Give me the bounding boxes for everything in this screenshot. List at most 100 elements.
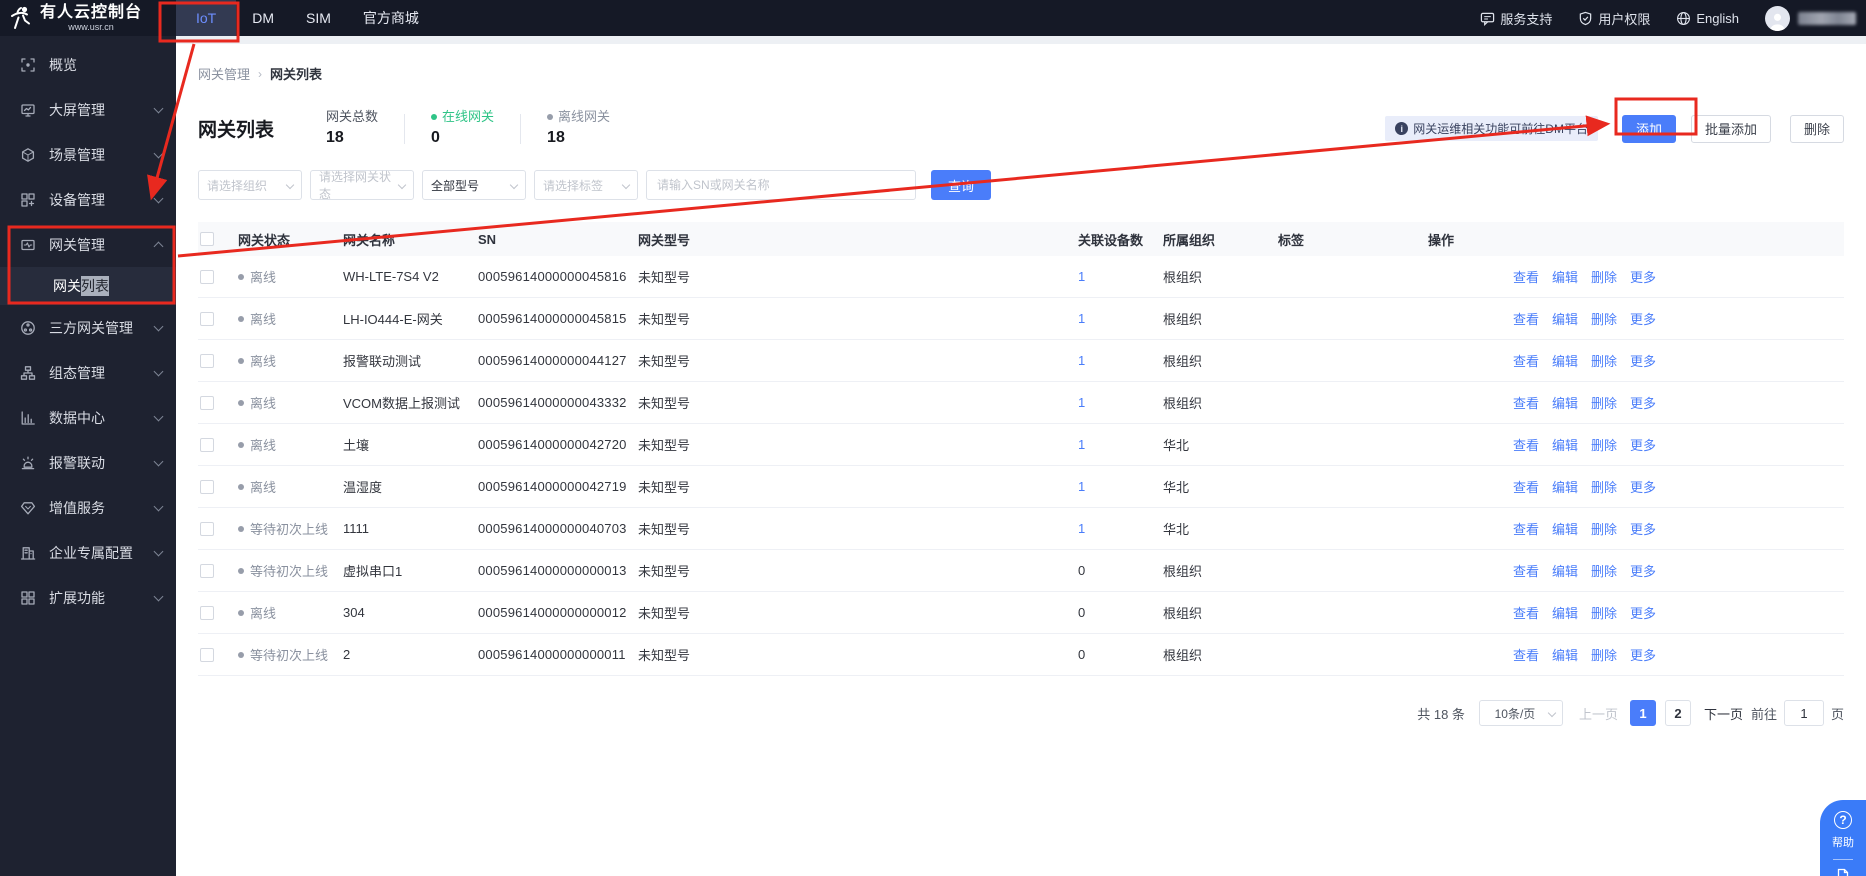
action-查看[interactable]: 查看 <box>1513 435 1539 454</box>
sidebar-item-场景管理[interactable]: 场景管理 <box>0 132 176 177</box>
action-更多[interactable]: 更多 <box>1630 477 1656 496</box>
action-删除[interactable]: 删除 <box>1591 267 1617 286</box>
user-avatar[interactable] <box>1765 5 1790 31</box>
tag-select[interactable]: 请选择标签 <box>534 170 638 201</box>
dm-platform-notice[interactable]: i 网关运维相关功能可前往DM平台 <box>1385 116 1598 142</box>
row-checkbox[interactable] <box>200 395 214 410</box>
nav-tab-dm[interactable]: DM <box>236 0 290 36</box>
action-删除[interactable]: 删除 <box>1591 351 1617 370</box>
cell-device-count[interactable]: 1 <box>1078 479 1163 494</box>
sidebar-item-设备管理[interactable]: 设备管理 <box>0 177 176 222</box>
chevron-down-icon <box>153 103 164 113</box>
action-更多[interactable]: 更多 <box>1630 267 1656 286</box>
add-button[interactable]: 添加 <box>1621 114 1676 143</box>
action-编辑[interactable]: 编辑 <box>1552 477 1578 496</box>
row-checkbox[interactable] <box>200 479 214 494</box>
action-编辑[interactable]: 编辑 <box>1552 351 1578 370</box>
row-checkbox[interactable] <box>200 269 214 284</box>
help-widget[interactable]: ? 帮助 <box>1820 800 1866 876</box>
row-checkbox[interactable] <box>200 353 214 368</box>
page-number-1[interactable]: 1 <box>1629 700 1656 727</box>
sidebar-item-报警联动[interactable]: 报警联动 <box>0 440 176 485</box>
cell-device-count[interactable]: 1 <box>1078 353 1163 368</box>
batch-add-button[interactable]: 批量添加 <box>1690 114 1771 143</box>
action-删除[interactable]: 删除 <box>1591 603 1617 622</box>
sidebar-item-网关管理[interactable]: 网关管理 <box>0 222 176 267</box>
sn-search-input[interactable] <box>646 170 916 201</box>
nav-tab-官方商城[interactable]: 官方商城 <box>347 0 435 36</box>
delete-button[interactable]: 删除 <box>1789 114 1844 143</box>
page-number-2[interactable]: 2 <box>1664 700 1691 727</box>
action-编辑[interactable]: 编辑 <box>1552 561 1578 580</box>
breadcrumb-parent[interactable]: 网关管理 <box>198 64 250 83</box>
action-删除[interactable]: 删除 <box>1591 393 1617 412</box>
action-查看[interactable]: 查看 <box>1513 519 1539 538</box>
cell-device-count[interactable]: 1 <box>1078 521 1163 536</box>
action-删除[interactable]: 删除 <box>1591 645 1617 664</box>
username-redacted[interactable] <box>1798 11 1856 25</box>
action-删除[interactable]: 删除 <box>1591 519 1617 538</box>
language-switch[interactable]: English <box>1676 11 1739 26</box>
cell-device-count[interactable]: 1 <box>1078 437 1163 452</box>
sidebar-item-组态管理[interactable]: 组态管理 <box>0 350 176 395</box>
row-checkbox[interactable] <box>200 605 214 620</box>
action-编辑[interactable]: 编辑 <box>1552 435 1578 454</box>
action-删除[interactable]: 删除 <box>1591 309 1617 328</box>
action-编辑[interactable]: 编辑 <box>1552 645 1578 664</box>
row-checkbox[interactable] <box>200 437 214 452</box>
prev-page-button[interactable]: 上一页 <box>1579 704 1618 723</box>
action-更多[interactable]: 更多 <box>1630 351 1656 370</box>
row-checkbox[interactable] <box>200 563 214 578</box>
action-更多[interactable]: 更多 <box>1630 645 1656 664</box>
row-checkbox[interactable] <box>200 647 214 662</box>
org-select[interactable]: 请选择组织 <box>198 170 302 201</box>
action-查看[interactable]: 查看 <box>1513 645 1539 664</box>
search-button[interactable]: 查询 <box>931 170 991 201</box>
action-更多[interactable]: 更多 <box>1630 309 1656 328</box>
sidebar-item-增值服务[interactable]: 增值服务 <box>0 485 176 530</box>
cell-device-count[interactable]: 1 <box>1078 269 1163 284</box>
nav-tab-iot[interactable]: IoT <box>176 0 237 36</box>
nav-tab-sim[interactable]: SIM <box>290 0 347 36</box>
model-select[interactable]: 全部型号 <box>422 170 526 201</box>
action-编辑[interactable]: 编辑 <box>1552 603 1578 622</box>
sidebar-item-企业专属配置[interactable]: 企业专属配置 <box>0 530 176 575</box>
next-page-button[interactable]: 下一页 <box>1704 704 1743 723</box>
status-select[interactable]: 请选择网关状态 <box>310 170 414 201</box>
row-checkbox[interactable] <box>200 521 214 536</box>
action-删除[interactable]: 删除 <box>1591 561 1617 580</box>
action-删除[interactable]: 删除 <box>1591 435 1617 454</box>
action-查看[interactable]: 查看 <box>1513 603 1539 622</box>
action-编辑[interactable]: 编辑 <box>1552 267 1578 286</box>
row-checkbox[interactable] <box>200 311 214 326</box>
action-更多[interactable]: 更多 <box>1630 561 1656 580</box>
action-查看[interactable]: 查看 <box>1513 393 1539 412</box>
sidebar-item-扩展功能[interactable]: 扩展功能 <box>0 575 176 620</box>
action-编辑[interactable]: 编辑 <box>1552 519 1578 538</box>
user-permissions[interactable]: 用户权限 <box>1578 9 1650 28</box>
action-查看[interactable]: 查看 <box>1513 477 1539 496</box>
cell-device-count[interactable]: 1 <box>1078 311 1163 326</box>
action-更多[interactable]: 更多 <box>1630 435 1656 454</box>
action-查看[interactable]: 查看 <box>1513 561 1539 580</box>
sidebar-item-三方网关管理[interactable]: 三方网关管理 <box>0 305 176 350</box>
sidebar-item-数据中心[interactable]: 数据中心 <box>0 395 176 440</box>
action-更多[interactable]: 更多 <box>1630 519 1656 538</box>
sidebar-item-大屏管理[interactable]: 大屏管理 <box>0 87 176 132</box>
datacenter-icon <box>20 410 36 426</box>
action-删除[interactable]: 删除 <box>1591 477 1617 496</box>
action-编辑[interactable]: 编辑 <box>1552 393 1578 412</box>
action-查看[interactable]: 查看 <box>1513 309 1539 328</box>
action-查看[interactable]: 查看 <box>1513 267 1539 286</box>
action-编辑[interactable]: 编辑 <box>1552 309 1578 328</box>
select-all-checkbox[interactable] <box>200 232 214 247</box>
sidebar-item-概览[interactable]: 概览 <box>0 42 176 87</box>
page-size-select[interactable]: 10条/页 <box>1478 700 1563 727</box>
action-更多[interactable]: 更多 <box>1630 603 1656 622</box>
service-support[interactable]: 服务支持 <box>1480 9 1552 28</box>
action-查看[interactable]: 查看 <box>1513 351 1539 370</box>
action-更多[interactable]: 更多 <box>1630 393 1656 412</box>
goto-page-input[interactable] <box>1783 700 1824 727</box>
cell-device-count[interactable]: 1 <box>1078 395 1163 410</box>
sidebar-subitem-网关列表[interactable]: 网关 列表 <box>0 267 176 305</box>
